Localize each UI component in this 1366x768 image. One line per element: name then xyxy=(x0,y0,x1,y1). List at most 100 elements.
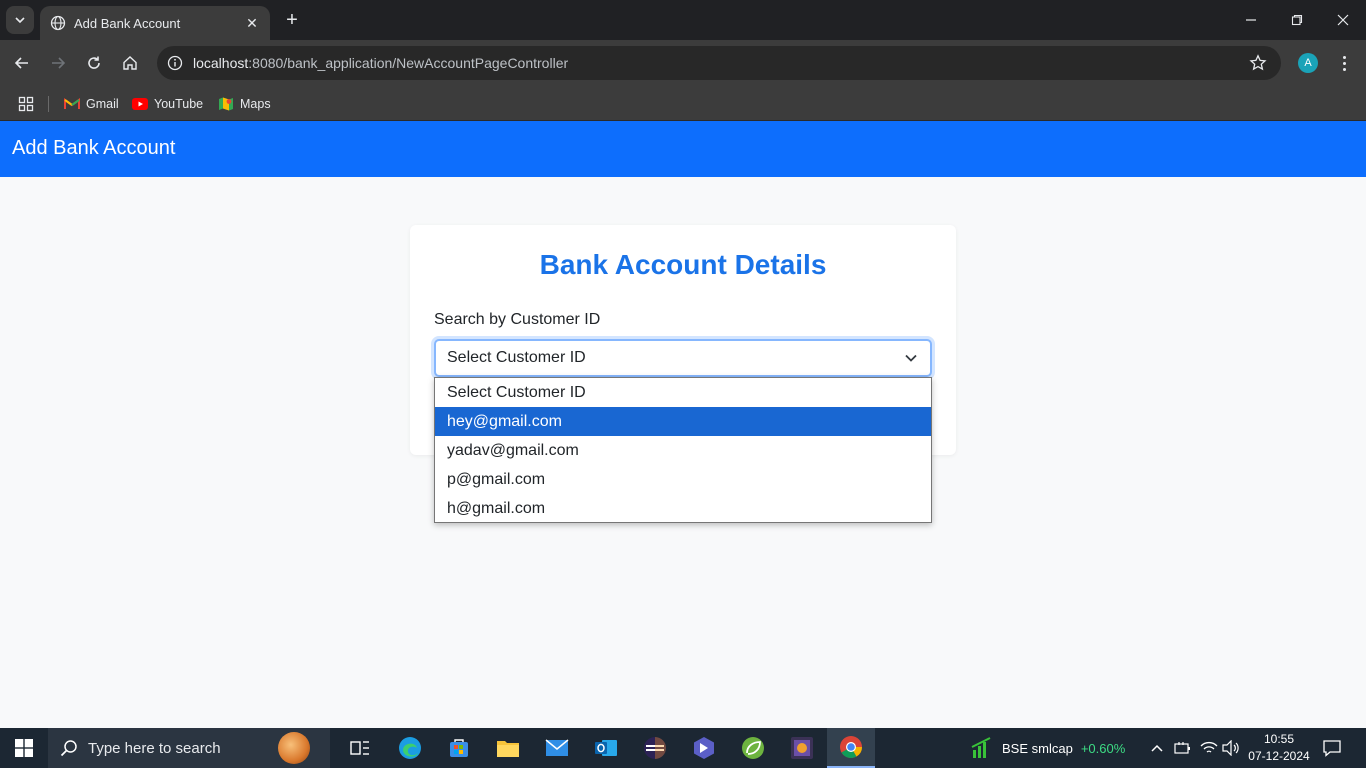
customer-id-dropdown: Select Customer ID hey@gmail.com yadav@g… xyxy=(434,377,932,523)
eclipse-icon xyxy=(644,737,666,759)
bookmark-label: YouTube xyxy=(154,97,204,111)
forward-button[interactable] xyxy=(44,49,72,77)
wifi-icon xyxy=(1200,741,1218,753)
browser-tab[interactable]: Add Bank Account ✕ xyxy=(40,6,270,40)
tab-search-button[interactable] xyxy=(6,6,34,34)
arrow-left-icon xyxy=(14,57,28,69)
speaker-icon xyxy=(1222,740,1239,756)
site-info-icon[interactable] xyxy=(165,53,185,73)
customer-id-select[interactable]: Select Customer ID xyxy=(434,339,932,377)
dropdown-option[interactable]: Select Customer ID xyxy=(435,378,931,407)
browser-tabstrip: Add Bank Account ✕ + xyxy=(0,0,1366,40)
bookmarks-divider xyxy=(48,96,49,112)
taskbar-java-ide[interactable] xyxy=(778,728,826,768)
chevron-down-icon xyxy=(905,354,917,362)
chevron-up-icon xyxy=(1151,744,1163,752)
clock-time: 10:55 xyxy=(1263,732,1295,746)
minimize-button[interactable] xyxy=(1228,0,1274,40)
chevron-down-icon xyxy=(15,17,25,24)
bookmark-maps[interactable]: Maps xyxy=(218,92,271,116)
youtube-icon xyxy=(132,96,148,112)
browser-menu-button[interactable] xyxy=(1334,50,1354,76)
notifications-button[interactable] xyxy=(1322,728,1342,768)
globe-icon xyxy=(50,15,66,31)
maps-icon xyxy=(218,96,234,112)
task-view-icon xyxy=(350,741,369,755)
bookmark-star-icon[interactable] xyxy=(1249,54,1267,72)
taskbar-clock[interactable]: 10:55 07-12-2024 xyxy=(1244,731,1314,765)
bookmark-youtube[interactable]: YouTube xyxy=(132,92,203,116)
clock-date: 07-12-2024 xyxy=(1248,749,1310,763)
gmail-icon xyxy=(64,96,80,112)
address-bar[interactable]: localhost:8080/bank_application/NewAccou… xyxy=(157,46,1281,80)
volume-button[interactable] xyxy=(1222,728,1240,768)
dropdown-option[interactable]: h@gmail.com xyxy=(435,494,931,523)
close-icon xyxy=(1337,14,1349,26)
taskbar-eclipse[interactable] xyxy=(631,728,679,768)
windows-taskbar: Type here to search BSE smlcap +0.60% 10… xyxy=(0,728,1366,768)
card-title: Bank Account Details xyxy=(539,249,827,280)
hexagon-app-icon xyxy=(694,737,714,759)
url-host: localhost xyxy=(193,55,249,71)
taskbar-file-explorer[interactable] xyxy=(484,728,532,768)
close-icon[interactable]: ✕ xyxy=(244,15,260,31)
task-view-button[interactable] xyxy=(336,728,384,768)
url-path: :8080/bank_application/NewAccountPageCon… xyxy=(248,55,569,71)
bookmark-gmail[interactable]: Gmail xyxy=(64,92,119,116)
edge-icon xyxy=(399,737,421,759)
taskbar-power-automate[interactable] xyxy=(680,728,728,768)
page-title: Add Bank Account xyxy=(12,137,176,159)
minimize-icon xyxy=(1246,19,1256,21)
stock-name: BSE smlcap xyxy=(1002,740,1073,756)
dropdown-option[interactable]: yadav@gmail.com xyxy=(435,436,931,465)
tab-title: Add Bank Account xyxy=(74,15,181,31)
taskbar-edge[interactable] xyxy=(386,728,434,768)
customer-id-label: Search by Customer ID xyxy=(434,311,601,328)
search-highlight-icon xyxy=(278,732,310,764)
close-window-button[interactable] xyxy=(1320,0,1366,40)
apps-button[interactable] xyxy=(18,92,40,116)
customer-id-select-value: Select Customer ID xyxy=(447,349,586,366)
outlook-icon xyxy=(595,740,617,756)
search-icon xyxy=(60,740,77,757)
folder-icon xyxy=(497,741,519,757)
new-tab-button[interactable]: + xyxy=(280,8,304,32)
taskbar-spring-tools[interactable] xyxy=(729,728,777,768)
restore-button[interactable] xyxy=(1274,0,1320,40)
network-button[interactable] xyxy=(1200,728,1218,768)
apps-grid-icon xyxy=(18,96,34,112)
reload-icon xyxy=(88,56,100,69)
start-button[interactable] xyxy=(0,728,48,768)
chrome-icon xyxy=(840,736,862,758)
dropdown-option[interactable]: hey@gmail.com xyxy=(435,407,931,436)
stock-change: +0.60% xyxy=(1080,740,1126,756)
bookmark-label: Maps xyxy=(240,97,271,111)
back-button[interactable] xyxy=(8,49,36,77)
taskbar-store[interactable] xyxy=(435,728,483,768)
arrow-right-icon xyxy=(52,57,66,69)
spring-leaf-icon xyxy=(742,737,764,759)
notification-icon xyxy=(1323,740,1341,757)
battery-button[interactable] xyxy=(1174,728,1192,768)
reload-button[interactable] xyxy=(80,49,108,77)
taskbar-mail[interactable] xyxy=(533,728,581,768)
mail-icon xyxy=(545,739,569,756)
bookmark-label: Gmail xyxy=(86,97,119,111)
page-header: Add Bank Account xyxy=(0,121,1366,177)
windows-logo-icon xyxy=(15,739,33,757)
store-icon xyxy=(450,739,468,757)
stock-widget[interactable]: BSE smlcap +0.60% xyxy=(970,728,1125,768)
ide-icon xyxy=(791,737,813,759)
chart-up-icon xyxy=(971,737,991,758)
dropdown-option[interactable]: p@gmail.com xyxy=(435,465,931,494)
taskbar-outlook[interactable] xyxy=(582,728,630,768)
bookmarks-bar: Gmail YouTube Maps xyxy=(0,86,1366,121)
taskbar-chrome[interactable] xyxy=(827,728,875,768)
restore-icon xyxy=(1291,14,1303,26)
taskbar-search[interactable]: Type here to search xyxy=(48,728,330,768)
show-hidden-icons-button[interactable] xyxy=(1150,728,1164,768)
profile-avatar[interactable]: A xyxy=(1298,53,1318,73)
home-button[interactable] xyxy=(116,49,144,77)
home-icon xyxy=(123,56,137,70)
browser-toolbar: localhost:8080/bank_application/NewAccou… xyxy=(0,40,1366,86)
